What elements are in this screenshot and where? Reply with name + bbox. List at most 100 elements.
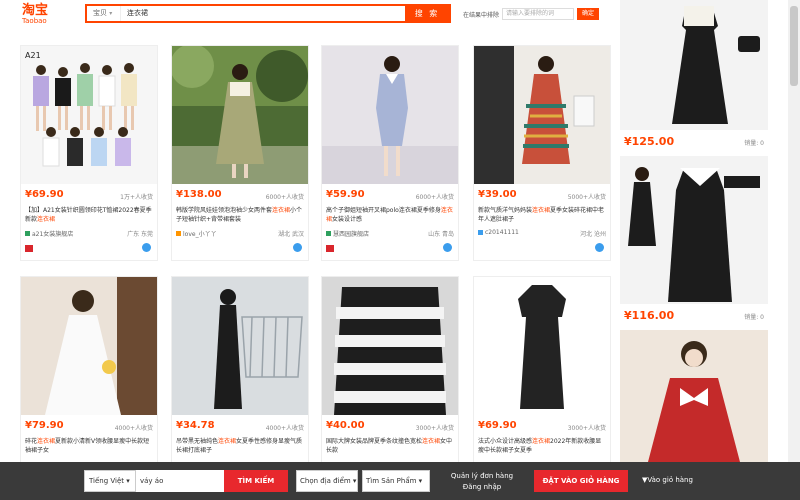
product-card[interactable]: ¥59.90 6000+人收货 高个子御姐短袖开叉裙polo连衣裙夏季修身连衣裙… [321, 45, 459, 261]
product-image[interactable] [620, 0, 768, 130]
extension-toolbar: Tiếng Việt ▾ váy áo TÌM KIẾM Chọn địa đi… [0, 462, 800, 500]
shop-name: love_小丫丫 [183, 231, 217, 238]
product-price: ¥116.00 [624, 309, 675, 322]
product-card[interactable]: ¥138.00 6000+人收货 韩版学院风娃娃领泡泡袖少女两件套连衣裙小个子短… [171, 45, 309, 261]
product-sold-count: 3000+人收货 [567, 425, 606, 432]
translated-search-input[interactable]: váy áo [136, 470, 224, 492]
side-product-card[interactable] [620, 330, 768, 462]
product-price: ¥59.90 [326, 189, 365, 200]
product-image[interactable] [474, 277, 610, 415]
location-select[interactable]: Chọn địa điểm ▾ [296, 470, 358, 492]
product-image[interactable] [322, 46, 458, 184]
product-title[interactable]: 国际大牌女装品牌夏季条纹撞色宽松连衣裙女中长款 [326, 437, 454, 455]
tmall-badge-icon [25, 245, 33, 252]
title-text: 碎花 [25, 438, 38, 445]
product-sold-count: 销量: 0 [744, 140, 764, 147]
shop-icon [478, 230, 483, 235]
go-to-cart-label: Vào giỏ hàng [647, 476, 693, 484]
search-scope-select[interactable]: 宝贝 ▾ [87, 6, 121, 21]
wangwang-chat-icon[interactable] [293, 243, 302, 252]
scrollbar[interactable] [788, 0, 800, 466]
wangwang-chat-icon[interactable] [443, 243, 452, 252]
product-price: ¥125.00 [624, 135, 675, 148]
tmall-badge-icon [326, 245, 334, 252]
exclude-input[interactable]: 请输入要排除的词 [502, 8, 575, 20]
product-image[interactable] [172, 46, 308, 184]
title-text: 高个子御姐短袖开叉裙polo连衣裙夏季修身 [326, 207, 441, 214]
product-sold-count: 3000+人收货 [415, 425, 454, 432]
title-text: 国际大牌女装品牌夏季条纹撞色宽松 [326, 438, 423, 445]
chevron-down-icon: ▾ [352, 477, 357, 485]
search-scope-label: 宝贝 [93, 9, 107, 17]
product-card[interactable]: A21 ¥69.90 1万+人收货 【加】A21女装针织圆领印花T恤裙2022春… [20, 45, 158, 261]
title-keyword: 连衣裙 [532, 207, 551, 214]
shop-icon [326, 231, 331, 236]
product-title[interactable]: 韩版学院风娃娃领泡泡袖少女两件套连衣裙小个子短袖针织+背带裙套装 [176, 206, 304, 224]
product-sold-count: 5000+人收货 [567, 194, 606, 201]
product-location: 湖北 武汉 [278, 231, 304, 238]
product-title[interactable]: 吊带黑无袖纯色连衣裙女夏季性感修身显瘦气质长裙打底裙子 [176, 437, 304, 455]
account-links: Quản lý đơn hàng Đăng nhập [440, 471, 524, 493]
product-image[interactable] [172, 277, 308, 415]
product-sold-count: 1万+人收货 [120, 194, 153, 201]
product-search-select[interactable]: Tìm Sản Phẩm ▾ [362, 470, 430, 492]
title-text: 法式小众设计高级感 [478, 438, 533, 445]
product-card[interactable]: ¥34.78 4000+人收货 吊带黑无袖纯色连衣裙女夏季性感修身显瘦气质长裙打… [171, 276, 309, 492]
orders-link[interactable]: Quản lý đơn hàng [440, 471, 524, 482]
product-price: ¥69.90 [25, 189, 64, 200]
product-title[interactable]: 高个子御姐短袖开叉裙polo连衣裙夏季修身连衣裙女装设计感 [326, 206, 454, 224]
title-text: 新款气质洋气妈妈装 [478, 207, 533, 214]
product-image[interactable] [474, 46, 610, 184]
product-price: ¥39.00 [478, 189, 517, 200]
search-button[interactable]: TÌM KIẾM [224, 470, 288, 492]
product-title[interactable]: 法式小众设计高级感连衣裙2022年新款收腰显瘦中长款裙子女夏季 [478, 437, 606, 455]
product-card[interactable]: ¥40.00 3000+人收货 国际大牌女装品牌夏季条纹撞色宽松连衣裙女中长款 [321, 276, 459, 492]
logo-cn: 淘宝 [22, 3, 49, 18]
exclude-label: 在结果中排除 [463, 11, 500, 19]
shop-link[interactable]: a21女装旗舰店 [25, 229, 73, 238]
product-title[interactable]: 新款气质洋气妈妈装连衣裙夏季女装碎花裙中老年人遮肚裙子 [478, 206, 606, 224]
side-product-card[interactable]: ¥116.00 销量: 0 [620, 156, 768, 324]
product-image[interactable] [620, 156, 768, 304]
product-price: ¥34.78 [176, 420, 215, 431]
product-image[interactable] [322, 277, 458, 415]
product-sold-count: 销量: 0 [744, 314, 764, 321]
add-to-cart-button[interactable]: ĐẶT VÀO GIỎ HÀNG [534, 470, 628, 492]
product-location: 河北 沧州 [580, 231, 606, 238]
title-text: 吊带黑无袖纯色 [176, 438, 219, 445]
product-location: 广东 东莞 [127, 231, 153, 238]
product-image[interactable] [620, 330, 768, 462]
chevron-down-icon: ▾ [418, 477, 423, 485]
product-card[interactable]: ¥79.90 4000+人收货 碎花连衣裙夏新款小清新V领收腰显瘦中长款短袖裙子… [20, 276, 158, 492]
shop-icon [176, 231, 181, 236]
wangwang-chat-icon[interactable] [142, 243, 151, 252]
title-text: 韩版学院风娃娃领泡泡袖少女两件套 [176, 207, 273, 214]
exclude-ok-button[interactable]: 确定 [577, 8, 600, 20]
product-card[interactable]: ¥39.00 5000+人收货 新款气质洋气妈妈装连衣裙夏季女装碎花裙中老年人遮… [473, 45, 611, 261]
title-keyword: 连衣裙 [532, 438, 551, 445]
search-button[interactable]: 搜 索 [405, 6, 449, 21]
product-sold-count: 4000+人收货 [114, 425, 153, 432]
wangwang-chat-icon[interactable] [595, 243, 604, 252]
product-price: ¥69.90 [478, 420, 517, 431]
logo-en: Taobao [22, 17, 47, 25]
svg-text:A21: A21 [25, 51, 41, 60]
product-image[interactable]: A21 [21, 46, 157, 184]
shop-link[interactable]: c20141111 [478, 229, 519, 236]
shop-link[interactable]: love_小丫丫 [176, 229, 217, 238]
login-link[interactable]: Đăng nhập [440, 482, 524, 493]
product-image[interactable] [21, 277, 157, 415]
language-select[interactable]: Tiếng Việt ▾ [84, 470, 136, 492]
shop-name: a21女装旗舰店 [32, 231, 74, 238]
product-title[interactable]: 碎花连衣裙夏新款小清新V领收腰显瘦中长款短袖裙子女 [25, 437, 153, 455]
shop-link[interactable]: 慧西园旗舰店 [326, 229, 369, 238]
location-label: Chọn địa điểm [300, 477, 351, 485]
taobao-logo[interactable]: 淘宝 Taobao [22, 4, 72, 26]
side-product-card[interactable]: ¥125.00 销量: 0 [620, 0, 768, 150]
scrollbar-thumb[interactable] [790, 6, 798, 86]
product-card[interactable]: ¥69.90 3000+人收货 法式小众设计高级感连衣裙2022年新款收腰显瘦中… [473, 276, 611, 492]
search-input[interactable]: 连衣裙 [121, 6, 405, 21]
product-title[interactable]: 【加】A21女装针织圆领印花T恤裙2022春夏季新款连衣裙 [25, 206, 153, 224]
go-to-cart-link[interactable]: ▼Vào giỏ hàng [642, 476, 693, 484]
exclude-filter: 在结果中排除 请输入要排除的词 确定 [463, 8, 600, 20]
